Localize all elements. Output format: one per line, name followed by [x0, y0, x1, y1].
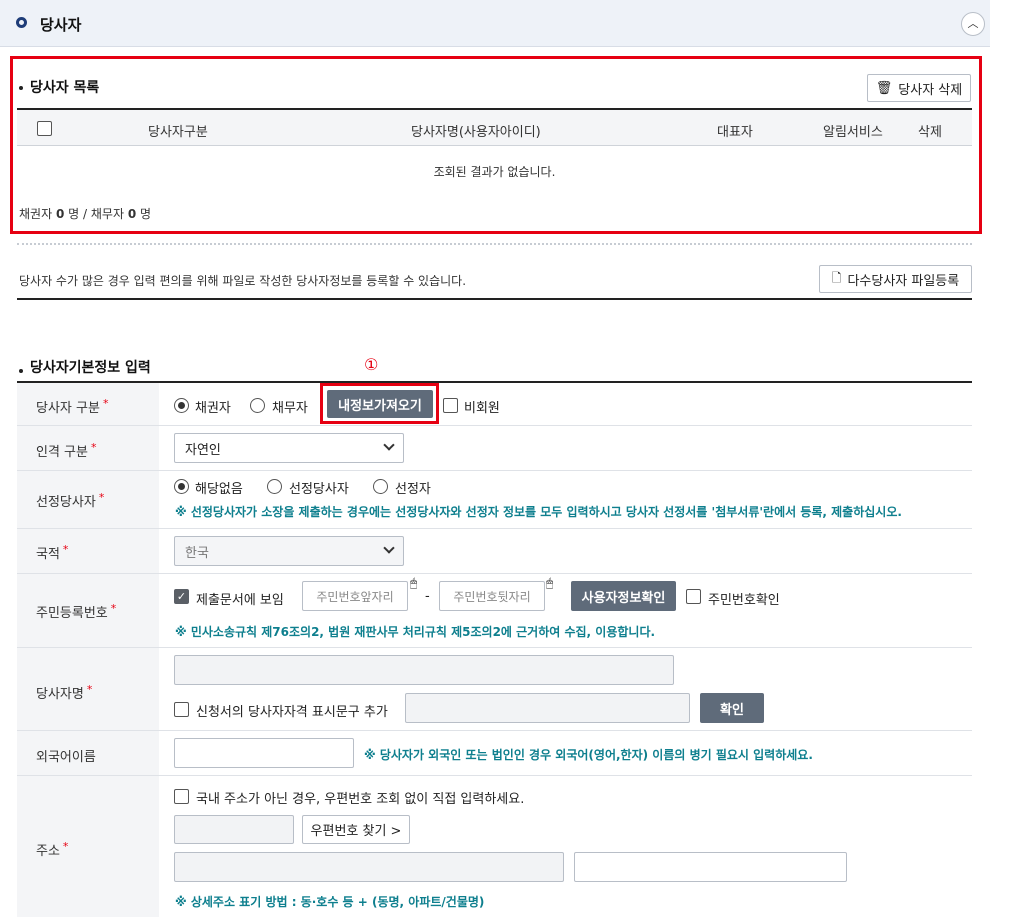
- show-in-doc-label: 제출문서에 보임: [196, 593, 284, 608]
- annotation-marker: ①: [364, 355, 379, 374]
- section-bullet-icon: [16, 17, 27, 28]
- file-add-icon: 🗋: [831, 270, 842, 285]
- radio-selector-label: 선정자: [395, 482, 431, 497]
- row-person-type: [17, 426, 972, 471]
- address-note: ※ 상세주소 표기 방법 : 동·호수 등 + (동명, 아파트/건물명): [175, 895, 485, 909]
- rrn-back-input[interactable]: 주민번호뒷자리: [439, 581, 545, 611]
- bullet-dot: [19, 369, 23, 373]
- bulk-upload-button[interactable]: 🗋 다수당사자 파일등록: [819, 265, 972, 293]
- radio-none[interactable]: [174, 479, 189, 494]
- rrn-confirm-checkbox[interactable]: [686, 589, 701, 604]
- row-nationality: [17, 529, 972, 574]
- section-title: 당사자: [40, 16, 82, 34]
- column-header: 삭제: [918, 125, 942, 140]
- party-count-summary: 채권자 0 명 / 채무자 0 명: [19, 207, 152, 221]
- radio-selector[interactable]: [373, 479, 388, 494]
- selected-party-label: 선정당사자 *: [36, 491, 105, 510]
- address-detail-input[interactable]: [574, 852, 847, 882]
- rrn-front-input[interactable]: 주민번호앞자리: [302, 581, 408, 611]
- column-header: 당사자구분: [148, 125, 208, 140]
- verify-user-button[interactable]: 사용자정보확인: [571, 581, 676, 611]
- nonmember-checkbox[interactable]: [443, 398, 458, 413]
- name-label: 당사자명 *: [36, 683, 93, 702]
- column-header: 대표자: [717, 125, 753, 140]
- person-type-select[interactable]: 자연인: [174, 433, 404, 463]
- bullet-dot: [19, 86, 23, 90]
- party-table-header: 당사자구분 당사자명(사용자아이디) 대표자 알림서비스 삭제: [17, 108, 972, 146]
- zipcode-input[interactable]: [174, 815, 294, 844]
- mouse-icon: 🖱: [546, 576, 554, 590]
- divider: [17, 298, 972, 300]
- radio-debtor[interactable]: [250, 398, 265, 413]
- party-name-input[interactable]: [174, 655, 674, 685]
- column-header: 당사자명(사용자아이디): [411, 125, 541, 140]
- form-title: 당사자기본정보 입력: [30, 360, 151, 376]
- empty-message: 조회된 결과가 없습니다.: [433, 165, 556, 179]
- find-zipcode-button[interactable]: 우편번호 찾기 >: [302, 815, 410, 844]
- select-all-checkbox[interactable]: [37, 121, 52, 136]
- rrn-label: 주민등록번호 *: [36, 602, 117, 621]
- rrn-note: ※ 민사소송규칙 제76조의2, 법원 재판사무 처리규칙 제5조의2에 근거하…: [175, 625, 656, 639]
- radio-creditor-label: 채권자: [195, 401, 231, 416]
- name-confirm-button[interactable]: 확인: [700, 693, 764, 723]
- nationality-label: 국적 *: [36, 543, 69, 562]
- rrn-confirm-label: 주민번호확인: [708, 593, 780, 608]
- radio-selected-party[interactable]: [267, 479, 282, 494]
- load-my-info-button[interactable]: 내정보가져오기: [327, 390, 433, 418]
- bulk-description: 당사자 수가 많은 경우 입력 편의를 위해 파일로 작성한 당사자정보를 등록…: [19, 274, 467, 288]
- direct-address-label: 국내 주소가 아닌 경우, 우편번호 조회 없이 직접 입력하세요.: [196, 792, 525, 807]
- show-in-doc-checkbox[interactable]: ✓: [174, 589, 189, 604]
- party-list-title: 당사자 목록: [30, 80, 100, 96]
- nationality-select[interactable]: 한국: [174, 536, 404, 566]
- section-header: 당사자 ︿: [0, 0, 990, 47]
- radio-selected-party-label: 선정당사자: [289, 482, 349, 497]
- row-selected-party: [17, 471, 972, 529]
- direct-address-checkbox[interactable]: [174, 789, 189, 804]
- radio-creditor[interactable]: [174, 398, 189, 413]
- qualifier-input[interactable]: [405, 693, 690, 723]
- trash-icon: 🗑: [875, 80, 893, 96]
- divider: [17, 243, 972, 245]
- foreign-name-input[interactable]: [174, 738, 354, 768]
- chevron-down-icon: [383, 542, 395, 554]
- add-qualifier-checkbox[interactable]: [174, 702, 189, 717]
- party-type-label: 당사자 구분 *: [36, 397, 109, 416]
- rrn-dash: -: [425, 589, 430, 604]
- chevron-up-icon[interactable]: ︿: [961, 12, 985, 36]
- radio-none-label: 해당없음: [195, 482, 243, 497]
- address-main-input[interactable]: [174, 852, 564, 882]
- foreign-name-label: 외국어이름: [36, 750, 96, 765]
- foreign-name-note: ※ 당사자가 외국인 또는 법인인 경우 외국어(영어,한자) 이름의 병기 필…: [364, 748, 813, 762]
- column-header: 알림서비스: [823, 125, 883, 140]
- chevron-down-icon: [383, 439, 395, 451]
- person-type-label: 인격 구분 *: [36, 441, 97, 460]
- add-qualifier-label: 신청서의 당사자자격 표시문구 추가: [196, 705, 388, 720]
- selected-party-note: ※ 선정당사자가 소장을 제출하는 경우에는 선정당사자와 선정자 정보를 모두…: [175, 505, 902, 519]
- delete-party-button[interactable]: 🗑 당사자 삭제: [867, 74, 971, 102]
- nonmember-label: 비회원: [464, 401, 500, 416]
- mouse-icon: 🖱: [410, 576, 418, 590]
- radio-debtor-label: 채무자: [272, 401, 308, 416]
- address-label: 주소 *: [36, 840, 69, 859]
